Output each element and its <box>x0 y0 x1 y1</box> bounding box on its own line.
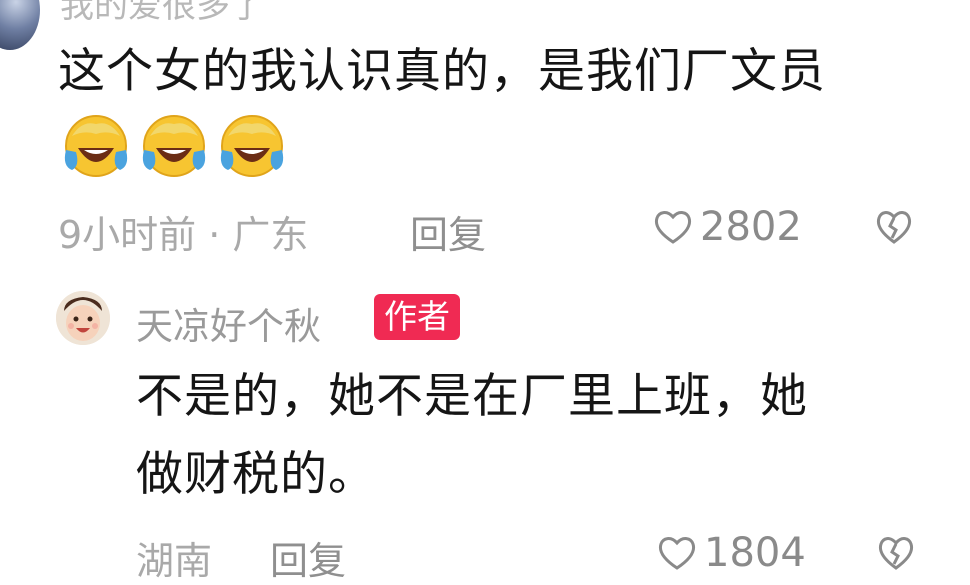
heart-outline-icon <box>658 537 696 570</box>
laugh-cry-emoji-icon <box>220 115 284 177</box>
comment-time-location: 9小时前 · 广东 <box>58 213 309 257</box>
author-badge: 作者 <box>374 294 460 340</box>
reply-avatar[interactable] <box>56 291 110 345</box>
comment-text: 这个女的我认识真的，是我们厂文员 <box>58 44 826 99</box>
broken-heart-icon[interactable] <box>874 208 914 246</box>
laugh-cry-emoji-icon <box>64 115 128 177</box>
like-button[interactable]: 2802 <box>652 204 802 250</box>
heart-outline-icon <box>654 211 692 244</box>
emoji-row <box>58 106 290 182</box>
like-count: 1804 <box>704 530 806 576</box>
reply-text-line: 不是的，她不是在厂里上班，她 <box>136 369 808 424</box>
commenter-avatar[interactable] <box>0 0 40 50</box>
reply-button[interactable]: 回复 <box>270 530 346 585</box>
laugh-cry-emoji-icon <box>142 115 206 177</box>
child-avatar-icon <box>56 291 110 345</box>
reply-location: 湖南 <box>136 539 213 583</box>
broken-heart-icon[interactable] <box>876 534 916 572</box>
reply-button[interactable]: 回复 <box>410 204 486 259</box>
like-button[interactable]: 1804 <box>656 530 806 576</box>
reply-username[interactable]: 天凉好个秋 <box>136 296 321 350</box>
like-count: 2802 <box>700 204 802 250</box>
commenter-username[interactable]: 我的爱很多了 <box>60 0 264 27</box>
reply-text-line: 做财税的。 <box>136 447 376 502</box>
